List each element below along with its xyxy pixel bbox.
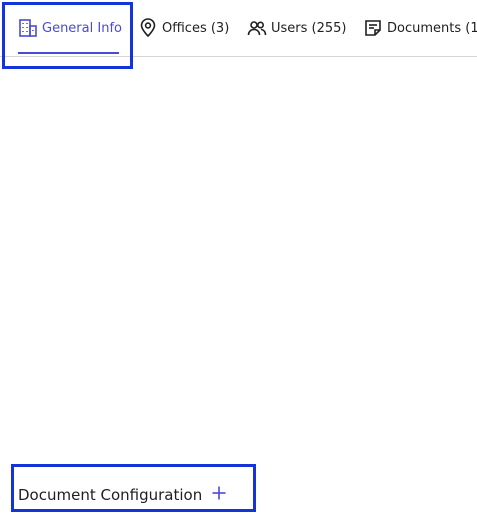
plus-icon — [211, 485, 227, 505]
tab-users[interactable]: Users (255) — [247, 0, 347, 56]
active-tab-indicator — [18, 52, 119, 54]
tab-bar: General Info Offices (3) Users (255) Doc… — [0, 0, 477, 57]
document-icon — [363, 18, 383, 38]
tab-label: General Info — [42, 20, 122, 36]
tab-label: Offices (3) — [162, 20, 230, 36]
add-document-configuration-button[interactable] — [210, 486, 228, 504]
location-pin-icon — [138, 18, 158, 38]
tab-label: Documents (1) — [387, 20, 477, 36]
tab-general-info[interactable]: General Info — [18, 0, 122, 56]
tab-documents[interactable]: Documents (1) — [363, 0, 477, 56]
users-icon — [247, 18, 267, 38]
document-configuration-section: Document Configuration — [18, 486, 228, 504]
building-icon — [18, 18, 38, 38]
tab-label: Users (255) — [271, 20, 347, 36]
section-title: Document Configuration — [18, 486, 203, 504]
tab-offices[interactable]: Offices (3) — [138, 0, 229, 56]
